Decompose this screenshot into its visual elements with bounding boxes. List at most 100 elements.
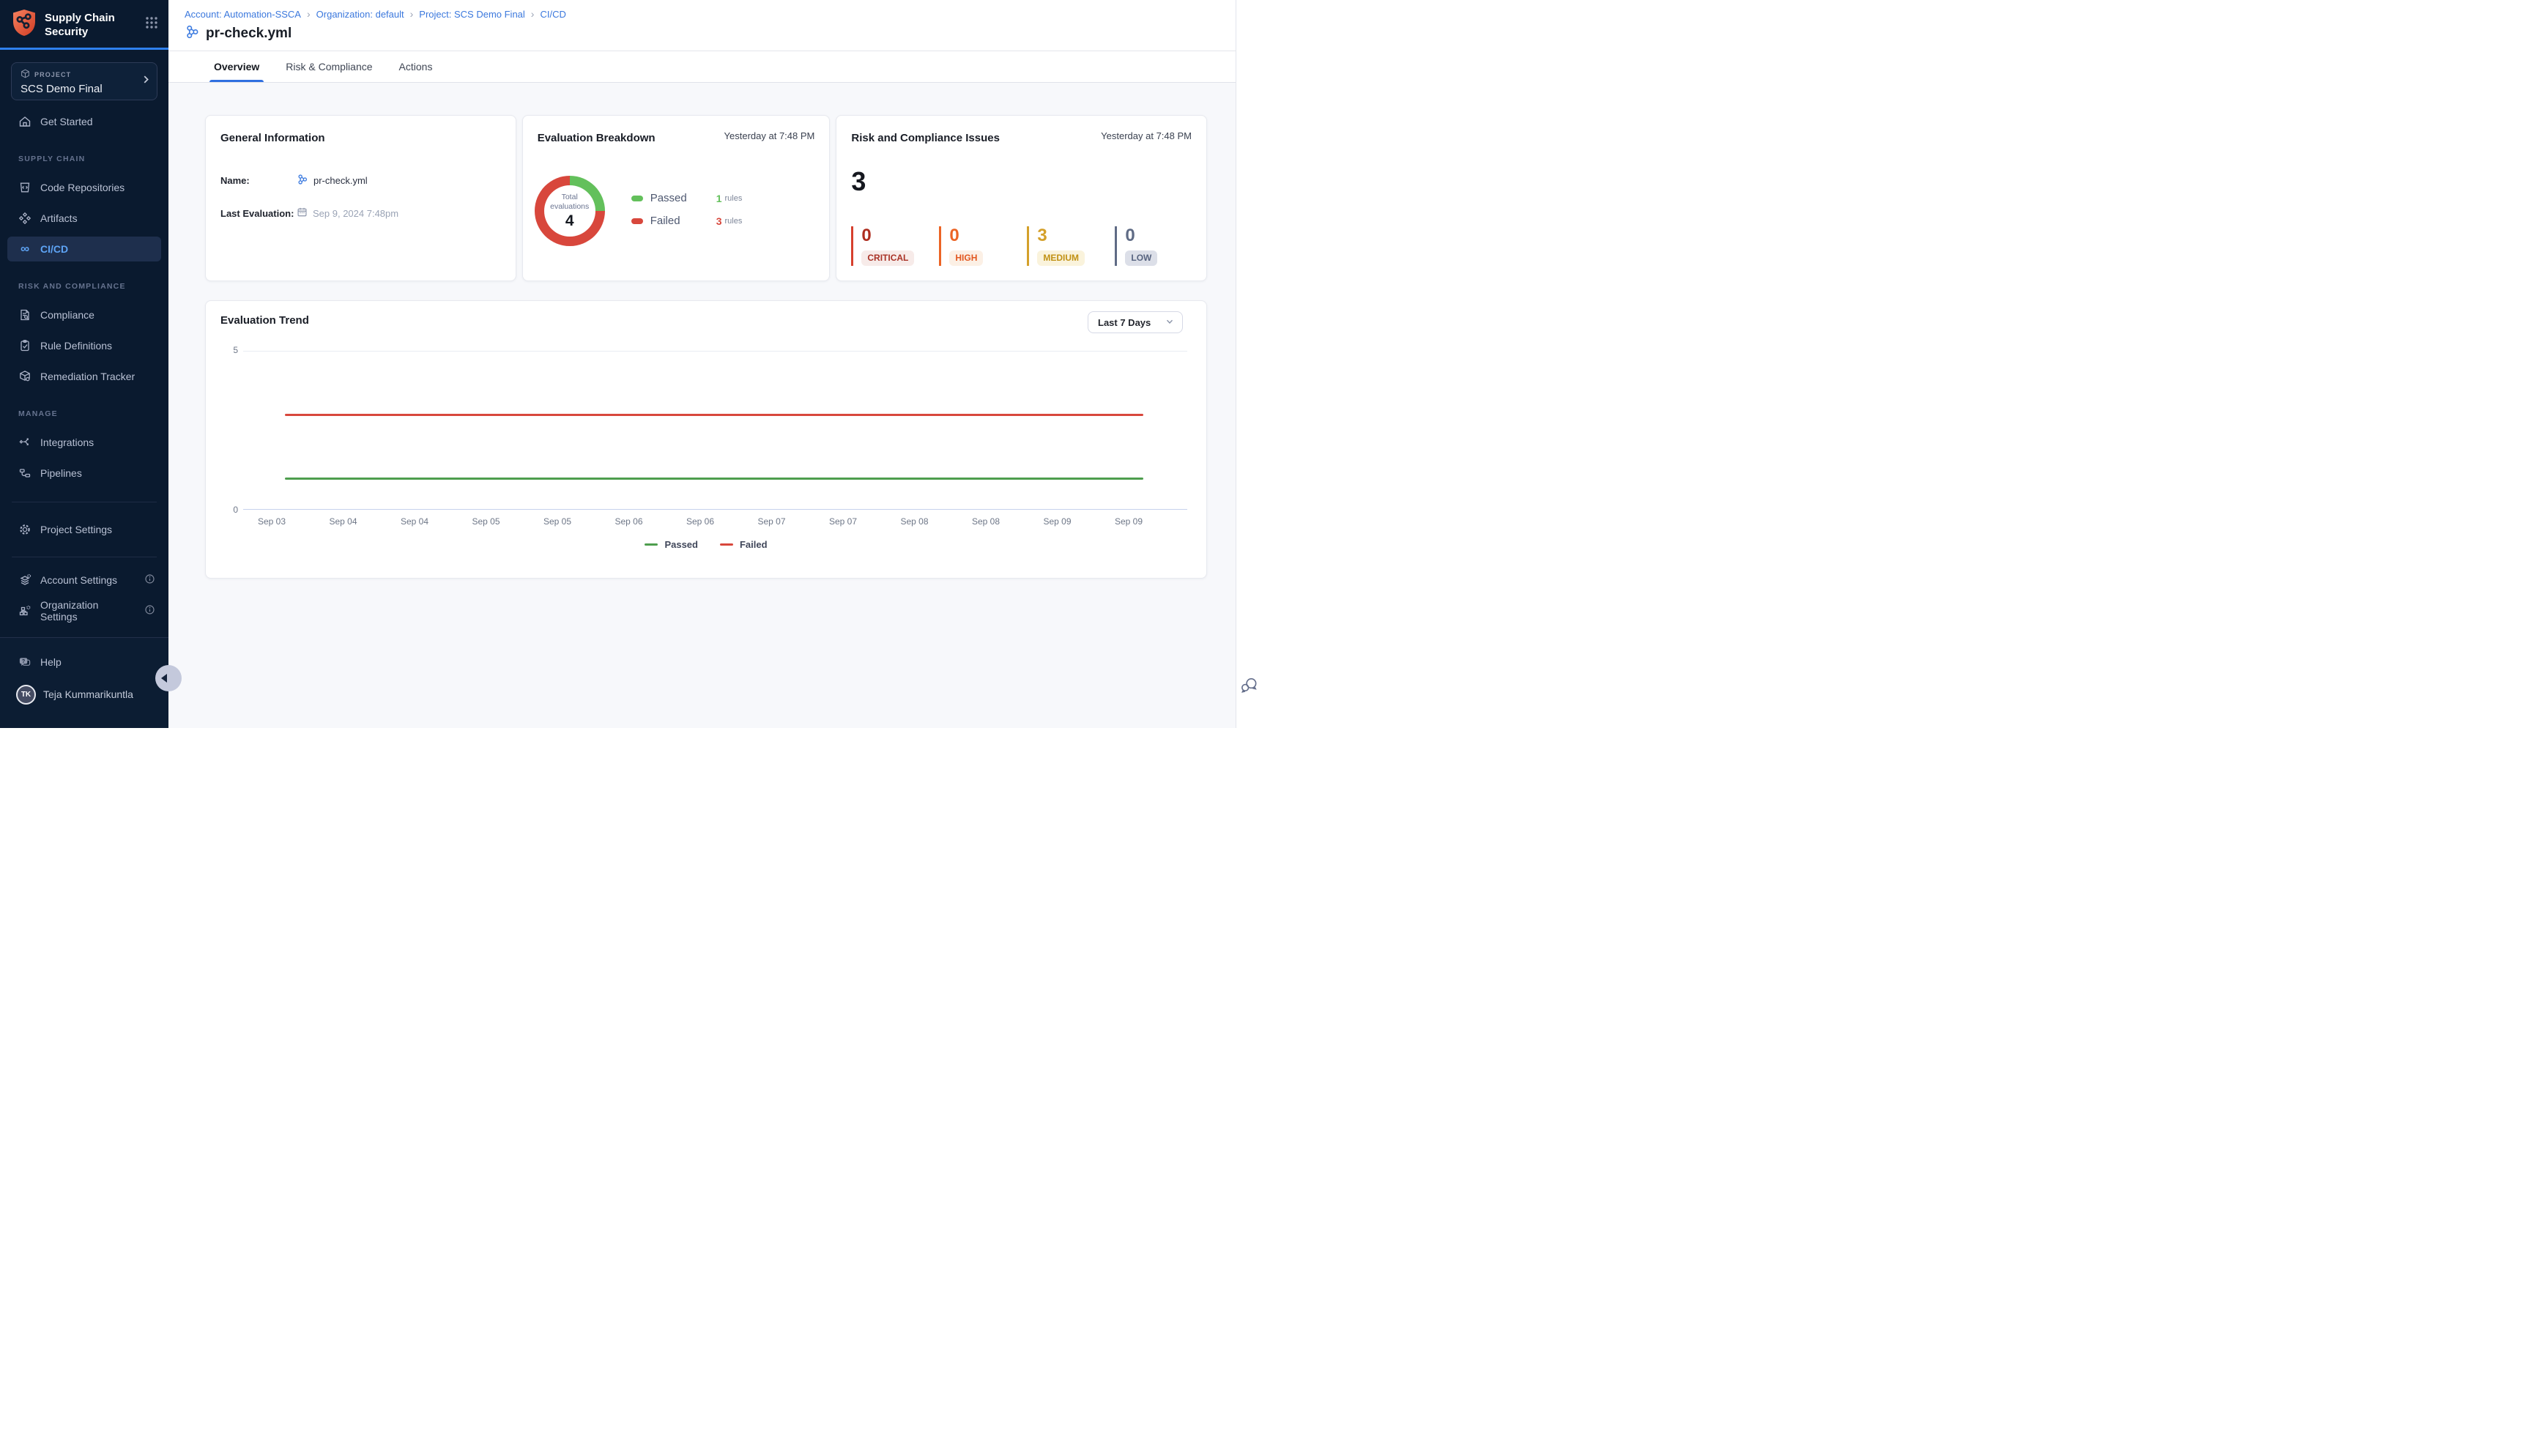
main-content: Account: Automation-SSCA › Organization:… — [168, 0, 1260, 728]
y-axis-min-label: 0 — [223, 505, 238, 515]
info-icon[interactable] — [144, 573, 155, 587]
sidebar-item-project-settings[interactable]: Project Settings — [7, 517, 161, 542]
supply-chain-security-logo-icon — [11, 8, 37, 41]
breadcrumb-account-link[interactable]: Account: Automation-SSCA — [185, 9, 301, 20]
card-title: General Information — [220, 132, 501, 144]
date-range-value: Last 7 Days — [1098, 317, 1151, 328]
sidebar-item-remediation-tracker[interactable]: Remediation Tracker — [7, 364, 161, 389]
sidebar-item-get-started[interactable]: Get Started — [7, 109, 161, 134]
trend-x-ticks: Sep 03Sep 04Sep 04Sep 05Sep 05Sep 06Sep … — [243, 516, 1187, 528]
user-name: Teja Kummarikuntla — [43, 688, 133, 700]
sidebar-item-label: Remediation Tracker — [40, 371, 135, 382]
section-label-supply-chain: SUPPLY CHAIN — [0, 140, 168, 169]
tab-actions[interactable]: Actions — [395, 51, 437, 82]
sidebar-item-cicd[interactable]: ∞ CI/CD — [7, 237, 161, 261]
donut-center-label: Total evaluations — [550, 193, 589, 212]
card-timestamp: Yesterday at 7:48 PM — [1101, 130, 1192, 141]
sidebar-item-label: Code Repositories — [40, 182, 125, 193]
legend-row-passed: Passed 1 rules — [631, 192, 743, 204]
severity-high: 0 HIGH — [939, 226, 1017, 266]
page-title: pr-check.yml — [206, 26, 292, 42]
tab-overview[interactable]: Overview — [209, 51, 264, 82]
sidebar-item-label: Compliance — [40, 309, 94, 321]
sidebar-item-label: Rule Definitions — [40, 340, 112, 352]
breadcrumb: Account: Automation-SSCA › Organization:… — [185, 8, 1260, 20]
name-label: Name: — [220, 175, 297, 186]
sidebar-item-compliance[interactable]: Compliance — [7, 302, 161, 327]
project-eyebrow-label: PROJECT — [34, 71, 71, 78]
sidebar-nav: Get Started SUPPLY CHAIN Code Repositori… — [0, 109, 168, 623]
sidebar-footer: ? Help TK Teja Kummarikuntla — [0, 637, 168, 728]
card-timestamp: Yesterday at 7:48 PM — [724, 130, 815, 141]
severity-badge: HIGH — [949, 250, 983, 266]
failed-line-icon — [720, 543, 733, 546]
project-name: SCS Demo Final — [21, 83, 148, 95]
sidebar-item-label: Account Settings — [40, 574, 117, 586]
tabs: Overview Risk & Compliance Actions — [168, 51, 1260, 83]
artifacts-icon — [18, 212, 31, 225]
breadcrumb-cicd-link[interactable]: CI/CD — [540, 9, 565, 20]
accent-divider — [0, 48, 168, 50]
org-gear-icon — [18, 604, 31, 617]
info-icon[interactable] — [144, 604, 155, 617]
trend-plot — [243, 351, 1187, 510]
sidebar-item-label: Project Settings — [40, 524, 112, 535]
sidebar-item-label: Help — [40, 656, 62, 668]
last-evaluation-value: Sep 9, 2024 7:48pm — [313, 208, 398, 219]
app-grid-icon[interactable] — [145, 16, 158, 33]
sidebar-item-code-repositories[interactable]: Code Repositories — [7, 175, 161, 200]
workflow-icon — [297, 174, 308, 187]
sidebar-collapse-handle[interactable] — [155, 665, 182, 691]
sidebar-item-rule-definitions[interactable]: Rule Definitions — [7, 333, 161, 358]
remediation-icon — [18, 370, 31, 383]
sidebar-item-integrations[interactable]: Integrations — [7, 430, 161, 455]
evaluation-donut: Total evaluations 4 — [535, 176, 605, 246]
chevron-right-icon — [141, 75, 151, 89]
y-axis-max-label: 5 — [223, 345, 238, 355]
severity-medium: 3 MEDIUM — [1027, 226, 1104, 266]
breadcrumb-organization-link[interactable]: Organization: default — [316, 9, 404, 20]
rule-definitions-icon — [18, 339, 31, 352]
sidebar-item-account-settings[interactable]: Account Settings — [7, 568, 161, 593]
general-information-card: General Information Name: pr-check.yml — [205, 115, 516, 281]
code-repo-icon — [18, 181, 31, 194]
user-menu[interactable]: TK Teja Kummarikuntla — [7, 680, 161, 708]
breadcrumb-separator: › — [410, 8, 414, 20]
legend-item-failed: Failed — [720, 539, 768, 550]
failed-pill-icon — [631, 218, 643, 224]
card-title: Evaluation Trend — [220, 314, 309, 327]
sidebar-item-label: Artifacts — [40, 212, 78, 224]
home-icon — [18, 115, 31, 128]
tab-risk-compliance[interactable]: Risk & Compliance — [281, 51, 376, 82]
chevron-down-icon — [1165, 316, 1175, 329]
workflow-icon — [185, 24, 200, 43]
compliance-icon — [18, 308, 31, 322]
help-chat-icon: ? — [18, 655, 31, 669]
sidebar-item-label: Get Started — [40, 116, 93, 127]
overview-content: General Information Name: pr-check.yml — [168, 83, 1207, 579]
chat-bubbles-icon[interactable] — [1239, 675, 1259, 699]
passed-line-icon — [645, 543, 658, 546]
sidebar-item-help[interactable]: ? Help — [7, 650, 161, 675]
sidebar-item-organization-settings[interactable]: Organization Settings — [7, 598, 161, 623]
svg-text:?: ? — [22, 658, 25, 664]
sidebar-item-label: Pipelines — [40, 467, 82, 479]
project-cube-icon — [21, 69, 30, 80]
sidebar-item-artifacts[interactable]: Artifacts — [7, 206, 161, 231]
severity-low: 0 LOW — [1115, 226, 1192, 266]
severity-critical: 0 CRITICAL — [851, 226, 929, 266]
trend-legend: Passed Failed — [206, 539, 1206, 550]
integrations-icon — [18, 436, 31, 449]
avatar: TK — [16, 685, 36, 705]
sidebar-item-pipelines[interactable]: Pipelines — [7, 461, 161, 486]
sidebar: Supply Chain Security PROJECT SCS Demo F… — [0, 0, 168, 728]
project-selector[interactable]: PROJECT SCS Demo Final — [11, 62, 157, 100]
breadcrumb-separator: › — [531, 8, 535, 20]
legend-item-passed: Passed — [645, 539, 698, 550]
breadcrumb-project-link[interactable]: Project: SCS Demo Final — [419, 9, 525, 20]
date-range-select[interactable]: Last 7 Days — [1088, 311, 1183, 333]
severity-badge: MEDIUM — [1037, 250, 1085, 266]
gear-icon — [18, 523, 31, 536]
breakdown-legend: Passed 1 rules Failed 3 rules — [631, 192, 743, 237]
sidebar-item-label: Integrations — [40, 437, 94, 448]
